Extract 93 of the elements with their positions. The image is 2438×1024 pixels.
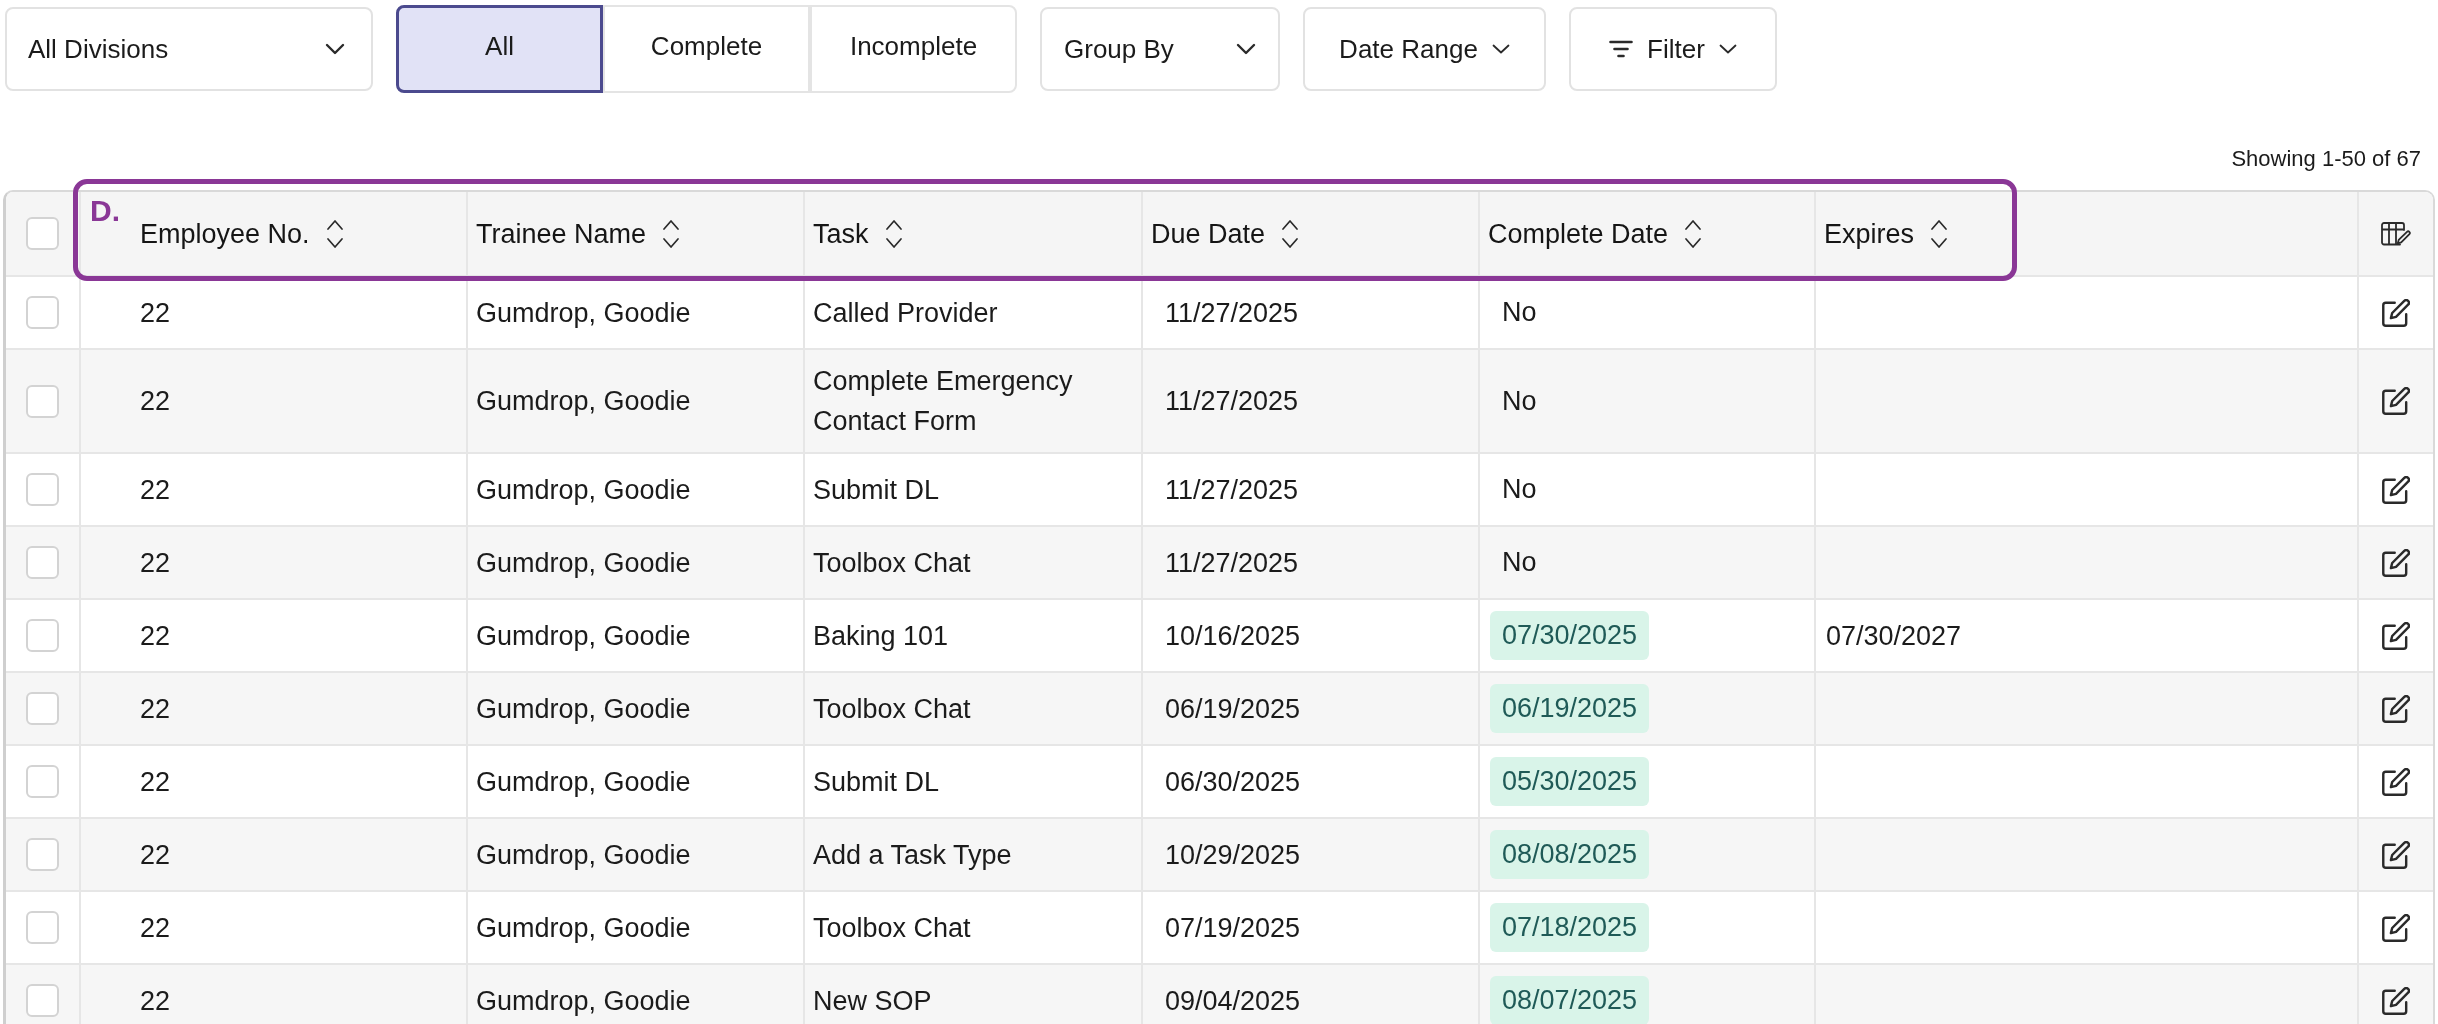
- trainee-name: Gumdrop, Goodie: [476, 385, 691, 418]
- filter-icon: [1609, 40, 1634, 58]
- status-tab[interactable]: Incomplete: [810, 5, 1017, 93]
- task-name: New SOP: [813, 984, 932, 1018]
- trainee-name: Gumdrop, Goodie: [476, 692, 691, 726]
- employee-number: 22: [140, 765, 171, 799]
- employee-number: 22: [140, 619, 171, 653]
- complete-date: No: [1501, 473, 1538, 506]
- due-date: 06/19/2025: [1165, 692, 1301, 726]
- row-checkbox[interactable]: [26, 546, 59, 579]
- column-header[interactable]: Employee No.: [140, 213, 344, 254]
- trainee-name: Gumdrop, Goodie: [476, 911, 691, 945]
- column-header[interactable]: Task: [813, 213, 903, 254]
- employee-number: 22: [140, 911, 171, 945]
- complete-date-badge: 06/19/2025: [1490, 684, 1650, 733]
- trainee-name: Gumdrop, Goodie: [476, 619, 691, 653]
- task-name: Submit DL: [813, 765, 940, 799]
- row-checkbox[interactable]: [26, 473, 59, 506]
- row-checkbox[interactable]: [26, 765, 59, 798]
- employee-number: 22: [140, 692, 171, 726]
- chevron-down-icon: [1491, 44, 1510, 54]
- column-header[interactable]: Complete Date: [1488, 213, 1703, 254]
- chevron-down-icon: [1718, 44, 1737, 54]
- complete-date-badge: 05/30/2025: [1490, 757, 1650, 806]
- row-checkbox[interactable]: [26, 296, 59, 329]
- date-range-dropdown[interactable]: Date Range: [1303, 7, 1546, 91]
- edit-icon[interactable]: [2382, 548, 2410, 577]
- complete-date-badge: 08/07/2025: [1490, 976, 1650, 1024]
- complete-date-badge: 07/30/2025: [1490, 611, 1650, 660]
- due-date: 09/04/2025: [1165, 984, 1301, 1018]
- task-name: Toolbox Chat: [813, 911, 971, 945]
- column-header[interactable]: Expires: [1824, 213, 1949, 254]
- row-checkbox[interactable]: [26, 619, 59, 652]
- annotation-label: D.: [90, 196, 120, 226]
- division-dropdown[interactable]: All Divisions: [5, 7, 373, 91]
- edit-icon[interactable]: [2382, 840, 2410, 869]
- trainee-name: Gumdrop, Goodie: [476, 838, 691, 872]
- task-name: Toolbox Chat: [813, 546, 971, 580]
- group-by-dropdown[interactable]: Group By: [1040, 7, 1280, 91]
- due-date: 06/30/2025: [1165, 765, 1301, 799]
- due-date: 11/27/2025: [1165, 296, 1299, 330]
- trainee-name: Gumdrop, Goodie: [476, 984, 691, 1018]
- employee-number: 22: [140, 984, 171, 1018]
- edit-icon[interactable]: [2382, 387, 2410, 415]
- employee-number: 22: [140, 838, 171, 872]
- table-edit-icon[interactable]: [2381, 221, 2411, 246]
- edit-icon[interactable]: [2382, 913, 2410, 942]
- chevron-down-icon: [1236, 43, 1256, 55]
- filter-dropdown[interactable]: Filter: [1569, 7, 1777, 91]
- employee-number: 22: [140, 473, 171, 507]
- due-date: 11/27/2025: [1165, 473, 1299, 507]
- row-checkbox[interactable]: [26, 384, 59, 418]
- edit-icon[interactable]: [2382, 694, 2410, 723]
- due-date: 10/29/2025: [1165, 838, 1301, 872]
- column-header[interactable]: Due Date: [1151, 213, 1300, 254]
- due-date: 11/27/2025: [1165, 385, 1299, 418]
- employee-number: 22: [140, 546, 171, 580]
- complete-date: No: [1501, 546, 1538, 579]
- trainee-name: Gumdrop, Goodie: [476, 765, 691, 799]
- results-count: Showing 1-50 of 67: [2231, 146, 2421, 172]
- task-name: Baking 101: [813, 619, 949, 653]
- edit-icon[interactable]: [2382, 621, 2410, 650]
- row-checkbox[interactable]: [26, 838, 59, 871]
- edit-icon[interactable]: [2382, 767, 2410, 796]
- edit-icon[interactable]: [2382, 475, 2410, 504]
- task-name: Complete Emergency Contact Form: [813, 365, 1074, 438]
- due-date: 07/19/2025: [1165, 911, 1301, 945]
- task-name: Submit DL: [813, 473, 940, 507]
- task-name: Add a Task Type: [813, 838, 1012, 872]
- task-name: Toolbox Chat: [813, 692, 971, 726]
- complete-date: No: [1501, 384, 1538, 418]
- complete-date-badge: 08/08/2025: [1490, 830, 1650, 879]
- edit-icon[interactable]: [2382, 986, 2410, 1015]
- complete-date: No: [1501, 296, 1538, 329]
- task-name: Called Provider: [813, 296, 998, 330]
- trainee-name: Gumdrop, Goodie: [476, 473, 691, 507]
- employee-number: 22: [140, 385, 171, 418]
- row-checkbox[interactable]: [26, 911, 59, 944]
- status-tab[interactable]: Complete: [603, 5, 810, 93]
- row-checkbox[interactable]: [26, 692, 59, 725]
- trainee-name: Gumdrop, Goodie: [476, 546, 691, 580]
- due-date: 11/27/2025: [1165, 546, 1299, 580]
- complete-date-badge: 07/18/2025: [1490, 903, 1650, 952]
- employee-number: 22: [140, 296, 171, 330]
- edit-icon[interactable]: [2382, 298, 2410, 327]
- row-checkbox[interactable]: [26, 984, 59, 1017]
- trainee-name: Gumdrop, Goodie: [476, 296, 691, 330]
- column-header[interactable]: Trainee Name: [476, 213, 681, 254]
- status-tab[interactable]: All: [396, 5, 603, 93]
- select-all-checkbox[interactable]: [26, 217, 59, 250]
- due-date: 10/16/2025: [1165, 619, 1301, 653]
- chevron-down-icon: [325, 43, 345, 55]
- expiry-date: 07/30/2027: [1826, 619, 1962, 653]
